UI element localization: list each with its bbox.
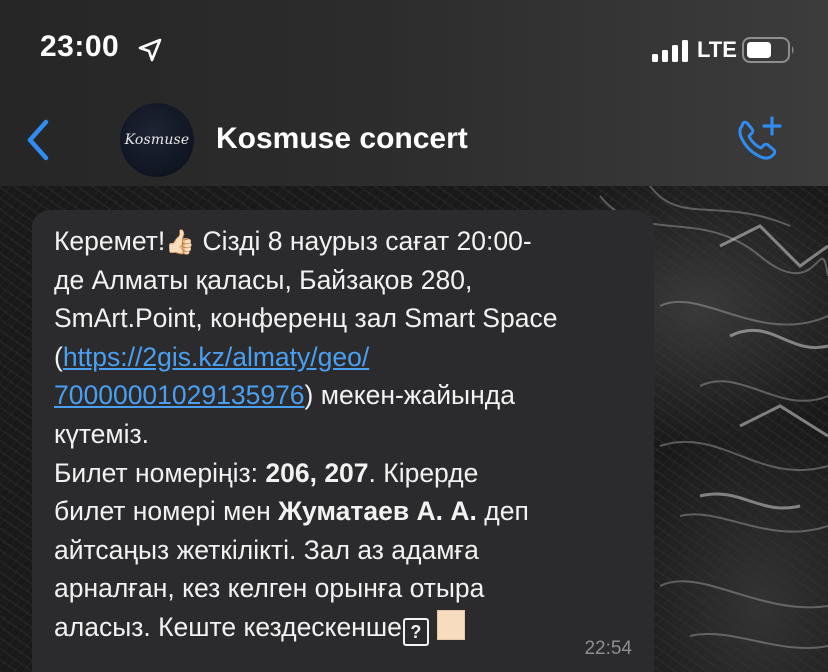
message-line: (https://2gis.kz/almaty/geo/ (54, 338, 644, 377)
add-call-icon[interactable] (732, 114, 786, 164)
message-text-segment: ) мекен-жайында (304, 380, 515, 411)
chevron-left-icon[interactable] (24, 118, 52, 162)
ticket-numbers: 206, 207 (265, 457, 369, 488)
message-text-segment: Билет номеріңіз: (54, 457, 266, 488)
message-text-segment: Сізді 8 наурыз сағат 20:00- (195, 226, 532, 256)
ticket-holder-name: Жуматаев А. А. (278, 496, 477, 527)
message-text-segment: деп (476, 496, 529, 527)
cellular-signal-icon (652, 40, 688, 62)
network-type: LTE (697, 37, 737, 62)
message-bubble[interactable]: Керемет!👍🏻 Сізді 8 наурыз сағат 20:00- д… (32, 210, 654, 672)
message-line: Билет номеріңіз: 206, 207. Кірерде (54, 454, 644, 493)
message-line: Керемет!👍🏻 Сізді 8 наурыз сағат 20:00- (54, 222, 644, 261)
status-time: 23:00 (40, 30, 120, 63)
avatar[interactable]: Kosmuse (120, 103, 194, 177)
message-line: арналған, кез келген орынға отыра (54, 573, 485, 604)
missing-glyph-icon: ? (402, 617, 429, 646)
message-line: күтеміз. (54, 418, 150, 449)
thumbs-up-icon: 👍🏻 (165, 229, 196, 256)
message-line: билет номері мен Жуматаев А. А. деп (54, 492, 644, 531)
message-line: айтсаңыз жеткілікті. Зал аз адамға (54, 534, 479, 565)
message-text-segment: . Кірерде (368, 457, 479, 488)
skin-tone-swatch-icon (436, 609, 465, 640)
message-timestamp: 22:54 (584, 638, 632, 659)
avatar-logo-text: Kosmuse (124, 132, 190, 148)
location-link[interactable]: https://2gis.kz/almaty/geo/ (63, 342, 369, 372)
message-text: Керемет!👍🏻 Сізді 8 наурыз сағат 20:00- д… (54, 222, 644, 647)
chat-header: 23:00 LTE Kosmuse Kosmuse concert (0, 0, 828, 186)
battery-icon (742, 37, 794, 63)
message-line: аласыз. Кеште кездескенше? (54, 608, 644, 647)
message-line: 70000001029135976) мекен-жайында (54, 376, 644, 415)
location-link-continued[interactable]: 70000001029135976 (54, 380, 305, 410)
message-text-segment: аласыз. Кеште кездескенше (54, 611, 402, 642)
location-arrow-icon (138, 38, 162, 62)
message-line: де Алматы қаласы, Байзақов 280, (54, 264, 473, 295)
message-text-segment: Керемет! (54, 226, 166, 256)
message-text-segment: билет номері мен (54, 496, 279, 527)
message-line: SmArt.Point, конференц зал Smart Space (54, 303, 558, 334)
message-text-segment: ( (54, 341, 63, 372)
chat-title[interactable]: Kosmuse concert (216, 122, 468, 156)
